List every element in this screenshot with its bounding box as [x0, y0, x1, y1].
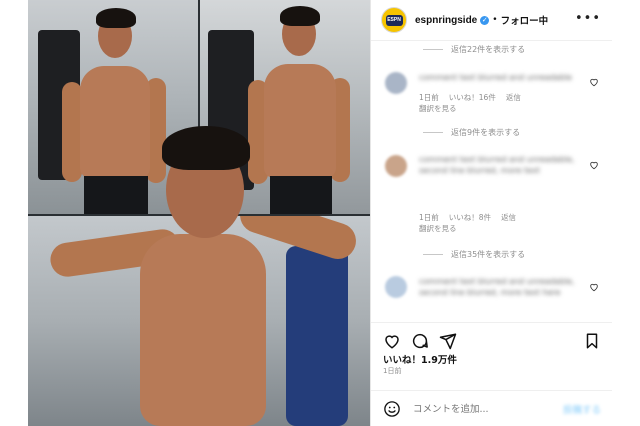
- view-replies-button[interactable]: 返信35件を表示する: [423, 249, 525, 260]
- boxer-torso: [140, 234, 266, 426]
- post-image-collage[interactable]: [28, 0, 370, 426]
- comment-text: comment text blurred and unreadable: [419, 73, 572, 82]
- like-comment-icon[interactable]: [589, 160, 599, 170]
- boxer-left-arm: [62, 82, 82, 182]
- view-replies-button[interactable]: 返信9件を表示する: [423, 127, 520, 138]
- comment-like-count[interactable]: いいね！16件: [449, 92, 496, 103]
- boxer-torso: [264, 64, 336, 178]
- separator-dot: •: [492, 15, 498, 25]
- replies-dash: [423, 49, 443, 50]
- reply-button[interactable]: 返信: [501, 212, 516, 223]
- replies-dash: [423, 254, 443, 255]
- photo-bottom: [28, 216, 370, 426]
- comment-text: comment text blurred and unreadable, sec…: [419, 155, 575, 175]
- account-username[interactable]: espnringside: [415, 15, 477, 26]
- translate-link[interactable]: 翻訳を見る: [419, 103, 457, 114]
- bookmark-icon[interactable]: [583, 332, 601, 350]
- boxer-shorts: [84, 176, 148, 214]
- following-button[interactable]: フォロー中: [501, 13, 549, 27]
- comment-like-count[interactable]: いいね！8件: [449, 212, 491, 223]
- instagram-post-frame: ESPN espnringside ✓ • フォロー中 ••• 返信22件を表示…: [28, 0, 612, 426]
- boxer-hair-center: [162, 126, 250, 170]
- post-comment-button[interactable]: 投稿する: [563, 402, 601, 416]
- comment-meta: 1日前 いいね！8件 返信: [419, 212, 516, 223]
- post-like-count[interactable]: いいね！1.9万件: [383, 352, 457, 366]
- comments-list: 返信22件を表示する comment text blurred and unre…: [371, 40, 612, 320]
- boxer-hair: [280, 6, 320, 26]
- more-options-icon[interactable]: •••: [575, 11, 601, 26]
- add-comment-bar: 投稿する: [371, 390, 612, 426]
- commenter-avatar[interactable]: [385, 276, 407, 298]
- view-replies-label: 返信22件を表示する: [451, 45, 526, 54]
- boxer-torso: [80, 66, 150, 178]
- comment-time: 1日前: [419, 213, 439, 222]
- share-icon[interactable]: [439, 332, 457, 350]
- comment-input[interactable]: [411, 402, 555, 416]
- comment-text: comment text blurred and unreadable, sec…: [419, 277, 575, 297]
- commenter-avatar[interactable]: [385, 72, 407, 94]
- heart-icon[interactable]: [383, 332, 401, 350]
- emoji-icon[interactable]: [383, 400, 401, 418]
- blue-punching-bag: [286, 246, 348, 426]
- view-replies-label: 返信9件を表示する: [451, 128, 521, 137]
- post-time: 1日前: [383, 367, 402, 375]
- comment-icon[interactable]: [411, 332, 429, 350]
- avatar-logo: ESPN: [385, 14, 403, 26]
- like-comment-icon[interactable]: [589, 282, 599, 292]
- comment-meta: 1日前 いいね！16件 返信: [419, 92, 521, 103]
- view-replies-button[interactable]: 返信22件を表示する: [423, 44, 525, 55]
- post-header: ESPN espnringside ✓ • フォロー中 •••: [371, 0, 612, 41]
- view-replies-label: 返信35件を表示する: [451, 250, 526, 259]
- replies-dash: [423, 132, 443, 133]
- boxer-hair: [96, 8, 136, 28]
- boxer-shorts: [270, 176, 332, 214]
- reply-button[interactable]: 返信: [506, 92, 521, 103]
- account-avatar[interactable]: ESPN: [381, 7, 407, 33]
- verified-badge-icon: ✓: [480, 15, 490, 25]
- comment-time: 1日前: [419, 93, 439, 102]
- commenter-avatar[interactable]: [385, 155, 407, 177]
- translate-link[interactable]: 翻訳を見る: [419, 223, 457, 234]
- post-side-panel: ESPN espnringside ✓ • フォロー中 ••• 返信22件を表示…: [370, 0, 612, 426]
- like-comment-icon[interactable]: [589, 77, 599, 87]
